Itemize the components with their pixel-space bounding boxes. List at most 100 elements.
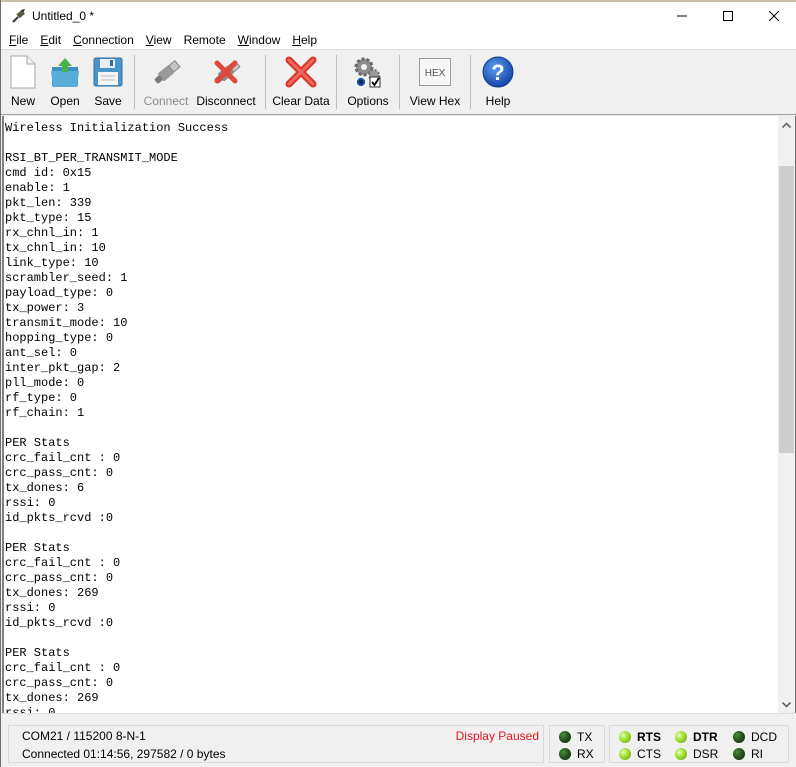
- chevron-up-icon: [782, 121, 791, 128]
- title-bar: Untitled_0 *: [1, 2, 796, 30]
- menu-window[interactable]: Window: [232, 30, 287, 50]
- floppy-disk-icon: [91, 55, 125, 89]
- open-button[interactable]: Open: [43, 51, 87, 111]
- menu-mnemonic: C: [73, 32, 82, 47]
- minimize-icon: [677, 15, 687, 17]
- hex-icon: HEX: [418, 55, 452, 89]
- terminal-line: RSI_BT_PER_TRANSMIT_MODE: [5, 151, 178, 165]
- help-button[interactable]: ? Help: [476, 51, 520, 111]
- new-label: New: [10, 94, 35, 108]
- new-button[interactable]: New: [3, 51, 43, 111]
- terminal-line: rssi: 0: [5, 706, 56, 713]
- menu-label: elp: [300, 32, 317, 47]
- terminal-line: tx_dones: 6: [5, 481, 85, 495]
- terminal-line: rssi: 0: [5, 496, 56, 510]
- gears-icon: [351, 55, 385, 89]
- txrx-led-panel: TX RX: [549, 725, 605, 763]
- terminal-line: PER Stats: [5, 436, 70, 450]
- terminal-line: cmd id: 0x15: [5, 166, 92, 180]
- rts-led-icon: [619, 731, 631, 743]
- toolbar-separator: [336, 55, 337, 109]
- disconnect-label: Disconnect: [196, 94, 256, 108]
- maximize-icon: [723, 11, 733, 21]
- terminal-line: crc_fail_cnt : 0: [5, 451, 121, 465]
- new-file-icon: [6, 55, 40, 89]
- scroll-up-button[interactable]: [778, 116, 795, 133]
- rx-led-icon: [559, 748, 571, 760]
- terminal-line: ant_sel: 0: [5, 346, 78, 360]
- maximize-button[interactable]: [705, 2, 751, 30]
- connect-label: Connect: [143, 94, 189, 108]
- toolbar: New Open Save Connect Disconnect Clear D…: [1, 51, 796, 115]
- help-icon: ?: [481, 55, 515, 89]
- terminal-line: inter_pkt_gap: 2: [5, 361, 121, 375]
- chevron-down-icon: [782, 701, 791, 708]
- terminal-line: rf_chain: 1: [5, 406, 85, 420]
- menu-label: onnection: [81, 32, 134, 47]
- display-paused-indicator[interactable]: Display Paused: [456, 729, 539, 743]
- close-button[interactable]: [751, 2, 796, 30]
- terminal-line: rf_type: 0: [5, 391, 78, 405]
- menu-label: iew: [153, 32, 172, 47]
- rts-label: RTS: [637, 730, 661, 744]
- tx-label: TX: [577, 730, 593, 744]
- terminal-line: transmit_mode: 10: [5, 316, 128, 330]
- app-window: Untitled_0 * File Edit Connection View R…: [0, 0, 796, 767]
- terminal-line: pkt_type: 15: [5, 211, 92, 225]
- tx-led-icon: [559, 731, 571, 743]
- menu-remote[interactable]: Remote: [178, 30, 232, 50]
- terminal-line: tx_dones: 269: [5, 586, 99, 600]
- terminal-line: pll_mode: 0: [5, 376, 85, 390]
- disconnect-button[interactable]: Disconnect: [192, 51, 260, 111]
- terminal-line: hopping_type: 0: [5, 331, 114, 345]
- ri-indicator: RI: [733, 747, 763, 761]
- terminal-line: tx_power: 3: [5, 301, 85, 315]
- terminal-line: crc_pass_cnt: 0: [5, 676, 114, 690]
- hex-icon-text: HEX: [425, 68, 446, 79]
- connect-button[interactable]: Connect: [140, 51, 192, 111]
- options-button[interactable]: Options: [342, 51, 394, 111]
- scroll-thumb[interactable]: [779, 166, 794, 453]
- terminal-output[interactable]: Wireless Initialization Success RSI_BT_PE…: [2, 116, 778, 713]
- cts-indicator: CTS: [619, 747, 661, 761]
- usb-plug-icon: [149, 55, 183, 89]
- dcd-led-icon: [733, 731, 745, 743]
- rts-indicator[interactable]: RTS: [619, 730, 661, 744]
- clear-data-button[interactable]: Clear Data: [271, 51, 331, 111]
- options-label: Options: [347, 94, 389, 108]
- terminal-line: crc_fail_cnt : 0: [5, 556, 121, 570]
- menu-label: dit: [48, 32, 62, 47]
- dtr-indicator[interactable]: DTR: [675, 730, 718, 744]
- minimize-button[interactable]: [659, 2, 705, 30]
- terminal-line: rssi: 0: [5, 601, 56, 615]
- menu-connection[interactable]: Connection: [67, 30, 140, 50]
- connection-info: Connected 01:14:56, 297582 / 0 bytes: [22, 747, 226, 761]
- vertical-scrollbar[interactable]: [778, 116, 795, 713]
- ri-led-icon: [733, 748, 745, 760]
- view-hex-button[interactable]: HEX View Hex: [405, 51, 465, 111]
- menu-label: ile: [16, 32, 29, 47]
- terminal-line: crc_pass_cnt: 0: [5, 571, 114, 585]
- window-controls: [659, 2, 796, 30]
- open-label: Open: [50, 94, 80, 108]
- clear-data-label: Clear Data: [272, 94, 330, 108]
- dsr-indicator: DSR: [675, 747, 718, 761]
- terminal-line: Wireless Initialization Success: [5, 121, 229, 135]
- menu-file[interactable]: File: [3, 30, 34, 50]
- scroll-down-button[interactable]: [778, 696, 795, 713]
- menu-mnemonic: H: [292, 32, 301, 47]
- save-label: Save: [94, 94, 122, 108]
- rx-indicator: RX: [559, 747, 594, 761]
- toolbar-separator: [399, 55, 400, 109]
- terminal-line: tx_chnl_in: 10: [5, 241, 106, 255]
- save-button[interactable]: Save: [87, 51, 129, 111]
- menu-help[interactable]: Help: [286, 30, 323, 50]
- menu-edit[interactable]: Edit: [34, 30, 67, 50]
- view-hex-label: View Hex: [409, 94, 461, 108]
- menu-view[interactable]: View: [140, 30, 178, 50]
- menu-mnemonic: W: [237, 32, 249, 47]
- dtr-led-icon: [675, 731, 687, 743]
